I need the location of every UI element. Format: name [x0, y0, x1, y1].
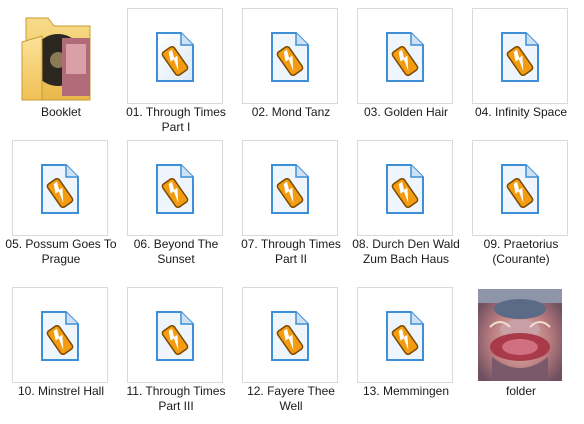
file-name-label: 04. Infinity Space — [474, 105, 568, 119]
winamp-audio-file-icon — [12, 140, 108, 236]
winamp-audio-file-icon — [12, 287, 108, 383]
folder-icon — [12, 8, 108, 104]
file-name-label: 09. Praetorius (Courante) — [483, 237, 559, 266]
album-cover-image-thumbnail — [472, 287, 568, 383]
file-name-label: 08. Durch Den Wald Zum Bach Haus — [352, 237, 460, 266]
winamp-audio-file-icon — [472, 8, 568, 104]
winamp-audio-file-icon — [357, 140, 453, 236]
file-explorer-view: { "items": [ {"name": "Booklet", "type":… — [0, 0, 584, 424]
file-name-label: 10. Minstrel Hall — [17, 384, 105, 398]
winamp-audio-file-icon — [127, 287, 223, 383]
file-name-label: 07. Through Times Part II — [241, 237, 341, 266]
file-name-label: folder — [505, 384, 537, 398]
file-name-label: 03. Golden Hair — [363, 105, 449, 119]
winamp-audio-file-icon — [127, 8, 223, 104]
winamp-audio-file-icon — [357, 287, 453, 383]
file-name-label: 02. Mond Tanz — [251, 105, 331, 119]
winamp-audio-file-icon — [127, 140, 223, 236]
winamp-audio-file-icon — [472, 140, 568, 236]
winamp-audio-file-icon — [242, 140, 338, 236]
file-name-label: 13. Memmingen — [362, 384, 450, 398]
file-name-label: 12. Fayere Thee Well — [247, 384, 335, 413]
winamp-audio-file-icon — [357, 8, 453, 104]
winamp-audio-file-icon — [242, 8, 338, 104]
file-name-label: Booklet — [40, 105, 82, 119]
file-name-label: 06. Beyond The Sunset — [133, 237, 219, 266]
winamp-audio-file-icon — [242, 287, 338, 383]
file-name-label: 11. Through Times Part III — [126, 384, 226, 413]
file-name-label: 05. Possum Goes To Prague — [5, 237, 117, 266]
file-name-label: 01. Through Times Part I — [126, 105, 226, 134]
